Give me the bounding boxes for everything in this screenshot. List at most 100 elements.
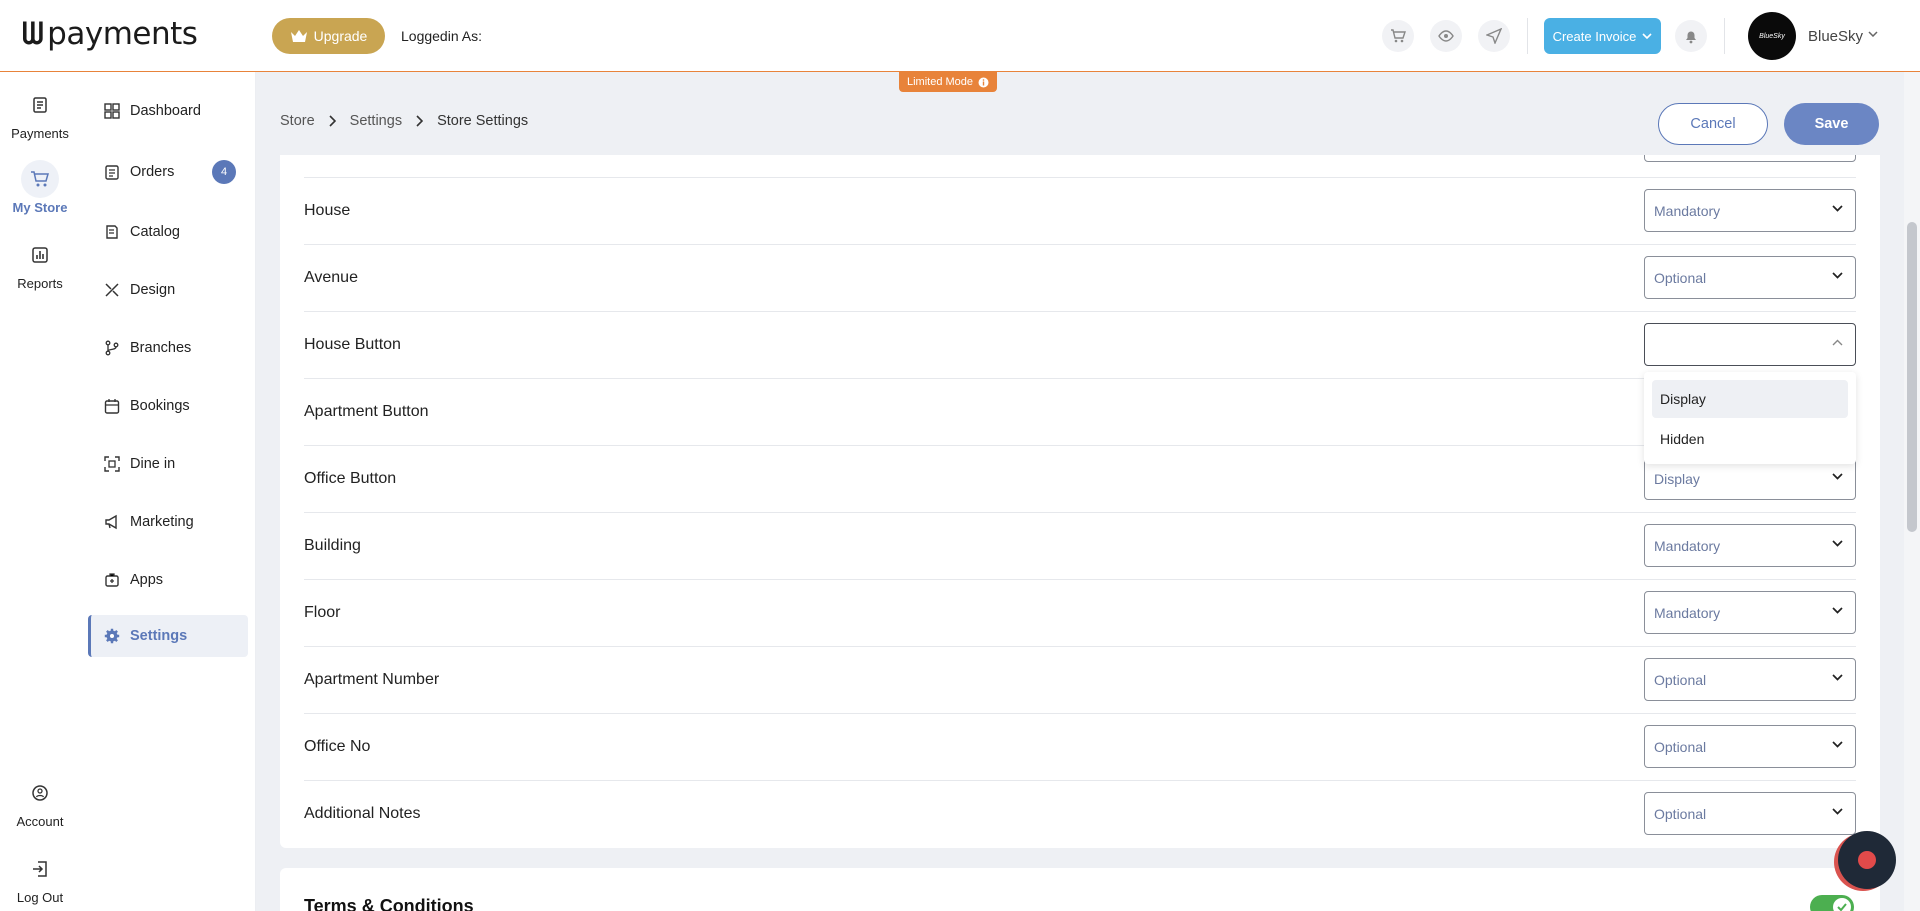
field-label: Office Button: [304, 470, 397, 487]
terms-toggle[interactable]: [1810, 895, 1854, 911]
field-label: House Button: [304, 336, 401, 353]
chevron-down-icon: [1832, 607, 1843, 614]
cart-icon: [1391, 29, 1406, 43]
rail-item-logout[interactable]: Log Out: [0, 850, 80, 905]
dropdown-option-display[interactable]: Display: [1652, 380, 1848, 418]
field-label: Office No: [304, 738, 371, 755]
floor-select[interactable]: Mandatory: [1644, 591, 1856, 634]
account-icon: [21, 774, 59, 812]
breadcrumb-settings[interactable]: Settings: [350, 113, 402, 129]
create-invoice-button[interactable]: Create Invoice: [1544, 18, 1661, 54]
logout-icon: [21, 850, 59, 888]
scrollbar-thumb[interactable]: [1907, 222, 1917, 532]
field-label: Avenue: [304, 269, 358, 286]
select-value: Optional: [1654, 806, 1707, 822]
nav-label: Design: [130, 282, 176, 298]
limited-mode-label: Limited Mode: [907, 76, 974, 88]
upgrade-button[interactable]: Upgrade: [272, 18, 385, 54]
chevron-down-icon[interactable]: [1868, 31, 1878, 37]
nav-item-dashboard[interactable]: Dashboard: [88, 90, 248, 132]
grid-icon: [104, 103, 120, 119]
nav-item-apps[interactable]: Apps: [88, 559, 248, 601]
chevron-down-icon: [1832, 473, 1843, 480]
limited-mode-badge[interactable]: Limited Mode: [899, 72, 998, 92]
field-row-avenue: Avenue Optional: [304, 244, 1856, 311]
address-fields-card: House Mandatory Avenue Optional House Bu…: [280, 120, 1880, 848]
clipboard-icon: [105, 165, 119, 180]
chevron-down-icon: [1832, 674, 1843, 681]
calendar-icon: [104, 399, 120, 414]
chevron-right-icon: [416, 115, 424, 127]
rail-item-reports[interactable]: Reports: [0, 236, 80, 291]
divider: [1527, 18, 1528, 54]
nav-item-dine-in[interactable]: Dine in: [88, 443, 248, 485]
rail-label: Reports: [17, 276, 63, 291]
nav-label: Dashboard: [130, 103, 201, 119]
page-header: Store Settings Store Settings Cancel Sav…: [256, 73, 1904, 155]
nav-item-settings[interactable]: Settings: [88, 615, 248, 657]
apartment-number-select[interactable]: Optional: [1644, 658, 1856, 701]
rail-item-payments[interactable]: Payments: [0, 86, 80, 141]
nav-label: Branches: [130, 340, 192, 356]
gear-icon: [104, 628, 120, 644]
chevron-down-icon: [1832, 272, 1843, 279]
cancel-button[interactable]: Cancel: [1658, 103, 1768, 145]
house-button-select[interactable]: [1644, 323, 1856, 366]
select-value: Mandatory: [1654, 538, 1721, 554]
chevron-down-icon: [1832, 205, 1843, 212]
field-label: Apartment Button: [304, 403, 429, 420]
branch-icon: [105, 340, 119, 356]
building-select[interactable]: Mandatory: [1644, 524, 1856, 567]
nav-item-catalog[interactable]: Catalog: [88, 211, 248, 253]
nav-item-orders[interactable]: Orders 4: [88, 151, 248, 193]
select-value: Mandatory: [1654, 203, 1721, 219]
field-row-office-no: Office No Optional: [304, 713, 1856, 780]
orders-count-badge: 4: [212, 160, 236, 184]
additional-notes-select[interactable]: Optional: [1644, 792, 1856, 835]
chevron-down-icon: [1832, 808, 1843, 815]
terms-card: Terms & Conditions: [280, 868, 1880, 911]
nav-item-bookings[interactable]: Bookings: [88, 385, 248, 427]
breadcrumb-store[interactable]: Store: [280, 113, 315, 129]
field-row-office-button: Office Button Display: [304, 445, 1856, 512]
megaphone-icon: [105, 514, 117, 530]
chevron-down-icon: [1642, 33, 1652, 39]
user-name[interactable]: BlueSky: [1808, 28, 1863, 45]
select-value: Optional: [1654, 270, 1707, 286]
nav-item-branches[interactable]: Branches: [88, 327, 248, 369]
field-label: House: [304, 202, 351, 219]
rail-item-my-store[interactable]: My Store: [0, 160, 80, 215]
dropdown-option-hidden[interactable]: Hidden: [1652, 420, 1848, 458]
divider: [1724, 18, 1725, 54]
nav-label: Dine in: [130, 456, 176, 472]
avatar[interactable]: BlueSky: [1748, 12, 1796, 60]
nav-label: Bookings: [130, 398, 190, 414]
nav-item-marketing[interactable]: Marketing: [88, 501, 248, 543]
avenue-select[interactable]: Optional: [1644, 256, 1856, 299]
nav-label: Orders: [130, 164, 175, 180]
page-scrollbar[interactable]: [1904, 72, 1920, 911]
send-icon: [1486, 28, 1502, 44]
preview-button[interactable]: [1430, 20, 1462, 52]
nav-item-design[interactable]: Design: [88, 269, 248, 311]
field-label: Apartment Number: [304, 671, 440, 688]
cart-icon: [21, 160, 59, 198]
rail-item-account[interactable]: Account: [0, 774, 80, 829]
office-no-select[interactable]: Optional: [1644, 725, 1856, 768]
save-button[interactable]: Save: [1784, 103, 1879, 145]
send-button[interactable]: [1478, 20, 1510, 52]
chart-icon: [21, 236, 59, 274]
house-select[interactable]: Mandatory: [1644, 189, 1856, 232]
cart-button[interactable]: [1382, 20, 1414, 52]
field-label: Floor: [304, 604, 341, 621]
eye-icon: [1438, 30, 1454, 42]
notifications-button[interactable]: [1675, 20, 1707, 52]
breadcrumb: Store Settings Store Settings: [280, 113, 528, 129]
chat-widget-button[interactable]: [1838, 831, 1896, 889]
field-label: Building: [304, 537, 361, 554]
logo[interactable]: ᗯ payments: [22, 16, 198, 52]
bell-icon: [1686, 31, 1696, 44]
chevron-down-icon: [1832, 741, 1843, 748]
breadcrumb-current: Store Settings: [437, 113, 529, 129]
select-value: Optional: [1654, 672, 1707, 688]
